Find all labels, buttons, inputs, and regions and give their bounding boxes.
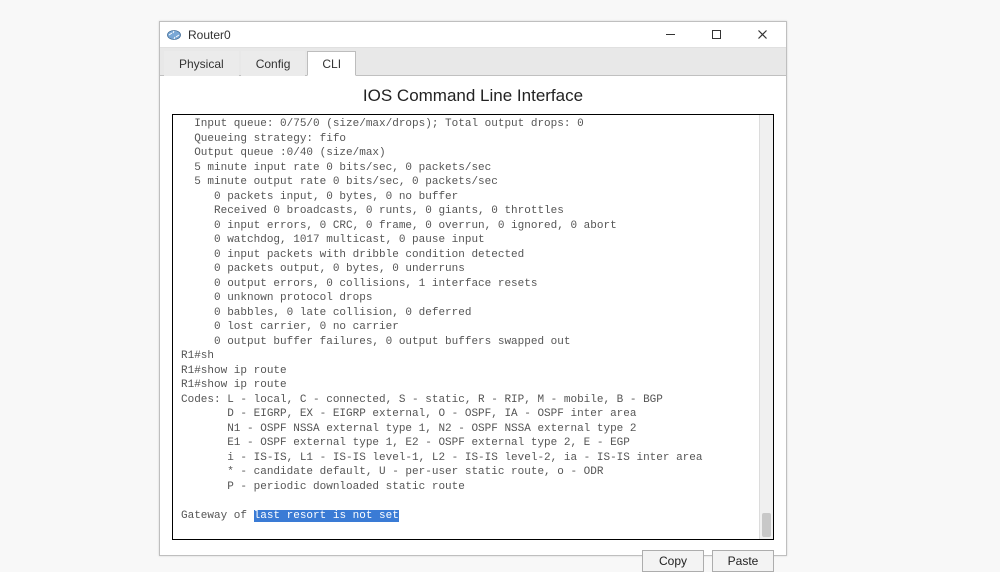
scroll-thumb[interactable]	[762, 513, 771, 537]
button-row: Copy Paste	[160, 544, 786, 572]
copy-button[interactable]: Copy	[642, 550, 704, 572]
tab-physical[interactable]: Physical	[164, 51, 239, 76]
terminal[interactable]: Input queue: 0/75/0 (size/max/drops); To…	[173, 115, 759, 539]
tab-config[interactable]: Config	[241, 51, 306, 76]
paste-button[interactable]: Paste	[712, 550, 774, 572]
titlebar: Router0	[160, 22, 786, 48]
maximize-button[interactable]	[702, 26, 730, 44]
minimize-button[interactable]	[656, 26, 684, 44]
app-window: Router0 Physical Config CLI IOS Command …	[159, 21, 787, 556]
tab-cli[interactable]: CLI	[307, 51, 356, 76]
router-icon	[166, 27, 182, 43]
window-title: Router0	[188, 28, 231, 42]
scrollbar[interactable]	[759, 115, 773, 539]
close-button[interactable]	[748, 26, 776, 44]
window-controls	[656, 26, 780, 44]
cli-heading: IOS Command Line Interface	[160, 76, 786, 112]
tab-bar: Physical Config CLI	[160, 48, 786, 76]
terminal-container: Input queue: 0/75/0 (size/max/drops); To…	[172, 114, 774, 540]
